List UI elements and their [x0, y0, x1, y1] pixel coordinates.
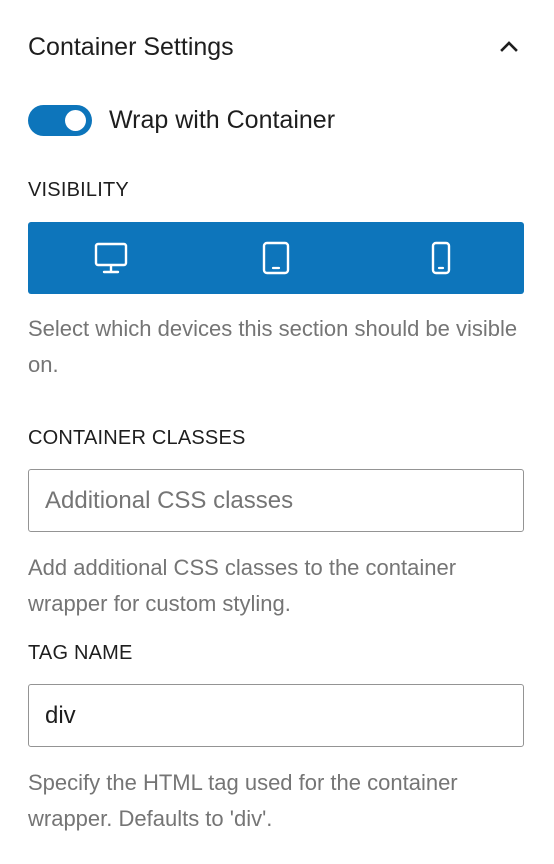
mobile-icon — [432, 241, 451, 275]
container-classes-input[interactable] — [28, 469, 524, 532]
device-mobile-button[interactable] — [359, 222, 524, 294]
visibility-device-selector — [28, 222, 524, 294]
panel-header[interactable]: Container Settings — [28, 30, 526, 64]
toggle-knob — [65, 109, 86, 131]
container-classes-help-text: Add additional CSS classes to the contai… — [28, 555, 457, 616]
device-desktop-button[interactable] — [28, 222, 193, 294]
tag-name-help-text: Specify the HTML tag used for the contai… — [28, 770, 458, 831]
device-tablet-button[interactable] — [193, 222, 358, 294]
wrap-with-container-toggle[interactable] — [28, 104, 92, 136]
container-classes-label: CONTAINER CLASSES — [28, 427, 246, 449]
wrap-with-container-label[interactable]: Wrap with Container — [109, 103, 335, 137]
collapse-button[interactable] — [492, 30, 526, 64]
visibility-help-text: Select which devices this section should… — [28, 316, 518, 377]
desktop-icon — [94, 242, 127, 274]
tag-name-input[interactable] — [28, 684, 524, 747]
visibility-label: VISIBILITY — [28, 179, 129, 201]
tablet-icon — [262, 241, 290, 275]
panel-title: Container Settings — [28, 33, 234, 61]
tag-name-label: TAG NAME — [28, 642, 133, 664]
wrap-with-container-row: Wrap with Container — [28, 103, 335, 137]
chevron-up-icon — [500, 41, 518, 52]
container-settings-panel: Container Settings Wrap with Container V… — [0, 0, 554, 864]
